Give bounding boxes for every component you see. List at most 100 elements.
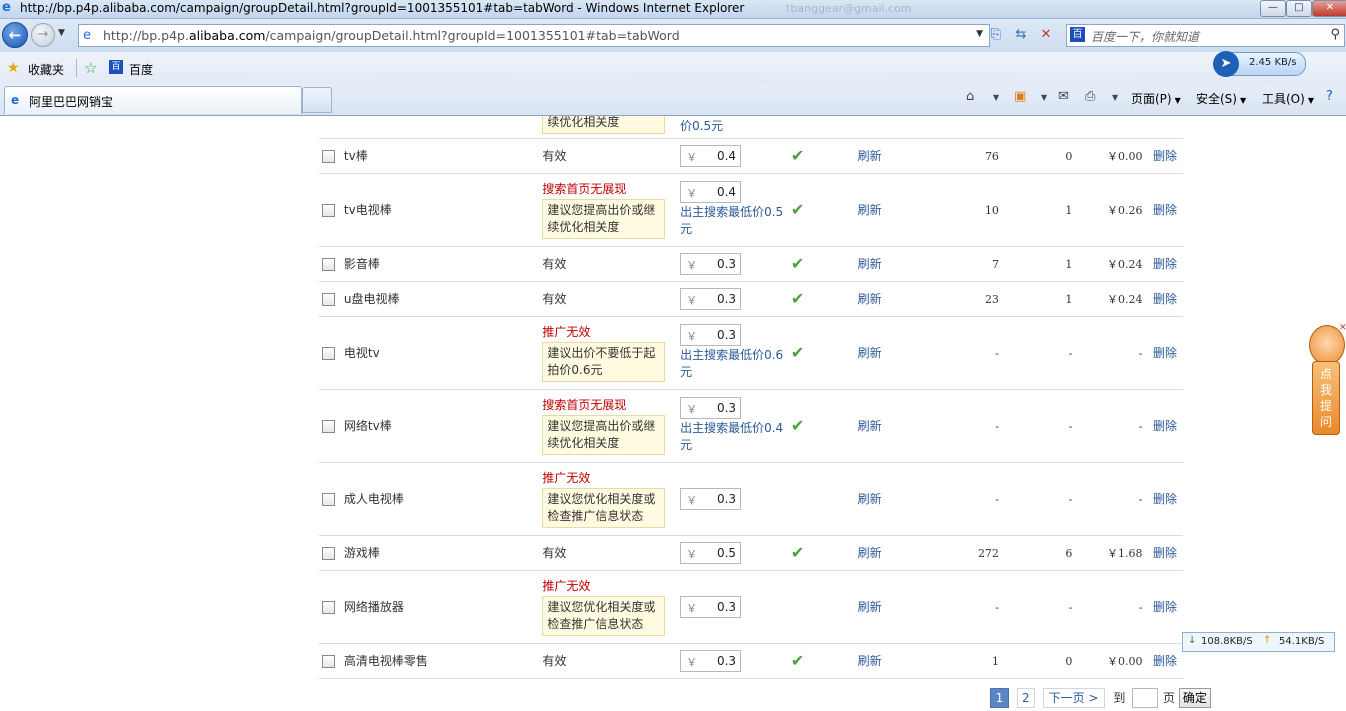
status-warning: 搜索首页无展现 <box>542 397 627 412</box>
bid-value: 0.4 <box>716 148 737 163</box>
home-dropdown-icon[interactable]: ▼ <box>993 93 999 102</box>
stop-icon[interactable]: ✕ <box>1036 25 1056 45</box>
search-box[interactable]: 百 百度一下，你就知道 ⚲ <box>1066 24 1345 47</box>
refresh-link[interactable]: 刷新 <box>858 654 882 668</box>
row-checkbox[interactable] <box>322 654 335 668</box>
delete-link[interactable]: 删除 <box>1153 419 1177 433</box>
favorite-baidu-link[interactable]: 百度 <box>129 61 153 78</box>
row-checkbox[interactable] <box>322 203 335 217</box>
favorites-button[interactable]: 收藏夹 <box>28 61 64 78</box>
refresh-icon[interactable]: ⇆ <box>1011 25 1031 45</box>
bid-input[interactable]: ￥ 0.3 <box>680 397 742 419</box>
forward-button[interactable]: → <box>31 23 55 47</box>
next-page-link[interactable]: 下一页 > <box>1042 688 1105 708</box>
goto-confirm-button[interactable]: 确定 <box>1178 688 1211 708</box>
maximize-button[interactable]: □ <box>1286 0 1312 17</box>
bid-input[interactable]: ￥ 0.3 <box>680 252 742 275</box>
status-note: 建议您提高出价或继续优化相关度 <box>542 198 666 239</box>
home-icon[interactable]: ⌂ <box>966 89 974 104</box>
url-text[interactable]: http://bp.p4p.alibaba.com/campaign/group… <box>103 28 680 43</box>
page-1-current[interactable]: 1 <box>990 688 1009 708</box>
page-2-link[interactable]: 2 <box>1016 688 1035 708</box>
help-icon[interactable]: ? <box>1326 89 1333 104</box>
address-bar[interactable]: e http://bp.p4p.alibaba.com/campaign/gro… <box>78 24 990 47</box>
delete-link[interactable]: 删除 <box>1153 546 1177 560</box>
bid-input[interactable]: ￥ 0.3 <box>680 649 742 672</box>
recent-pages-dropdown[interactable]: ▼ <box>58 28 65 38</box>
row-checkbox[interactable] <box>322 492 335 506</box>
feeds-dropdown-icon[interactable]: ▼ <box>1041 93 1047 102</box>
refresh-link[interactable]: 刷新 <box>858 292 882 306</box>
delete-link[interactable]: 删除 <box>1153 257 1177 271</box>
row-checkbox[interactable] <box>322 546 335 560</box>
delete-link[interactable]: 删除 <box>1153 346 1177 360</box>
tools-menu[interactable]: 工具(O) ▼ <box>1262 90 1314 107</box>
impressions-value: 272 <box>977 546 999 560</box>
bid-input[interactable]: ￥ 0.3 <box>680 487 742 510</box>
row-checkbox[interactable] <box>322 346 335 360</box>
compatibility-view-icon[interactable]: ⎘ <box>986 25 1006 45</box>
row-checkbox[interactable] <box>322 600 335 614</box>
bid-wrapper: ￥ 0.3 <box>680 487 791 510</box>
row-checkbox[interactable] <box>322 292 335 306</box>
cell-cost: - <box>1072 570 1143 644</box>
cost-value: - <box>1138 492 1143 506</box>
check-icon: ✔ <box>790 543 805 562</box>
page-menu[interactable]: 页面(P) ▼ <box>1131 90 1181 107</box>
bid-input[interactable]: ￥ 0.5 <box>680 541 742 564</box>
cell-cost: - <box>1072 462 1143 536</box>
cell-cost: ￥0.00 <box>1072 138 1143 174</box>
address-dropdown-icon[interactable]: ▼ <box>976 29 983 39</box>
favorites-star-icon[interactable]: ★ <box>7 60 20 76</box>
cell-keyword: 电视tv <box>337 316 543 390</box>
bid-input[interactable]: ￥ 0.4 <box>680 144 742 167</box>
minimize-button[interactable]: — <box>1260 0 1286 17</box>
add-favorite-icon[interactable]: ☆ <box>84 59 97 77</box>
new-tab-button[interactable] <box>302 87 332 113</box>
delete-link[interactable]: 删除 <box>1153 292 1177 306</box>
delete-link[interactable]: 删除 <box>1153 149 1177 163</box>
refresh-link[interactable]: 刷新 <box>858 203 882 217</box>
ask-question-widget[interactable]: ✕ 点我提问 <box>1305 323 1346 437</box>
cell-checkbox <box>319 281 338 317</box>
refresh-link[interactable]: 刷新 <box>858 546 882 560</box>
delete-link[interactable]: 删除 <box>1153 654 1177 668</box>
cell-refresh: 刷新 <box>857 570 922 644</box>
bid-input[interactable]: ￥ 0.3 <box>680 287 742 310</box>
currency-symbol: ￥ <box>686 547 698 561</box>
row-checkbox[interactable] <box>322 257 335 271</box>
print-icon[interactable]: ⎙ <box>1085 89 1095 104</box>
safety-menu[interactable]: 安全(S) ▼ <box>1196 90 1246 107</box>
check-icon: ✔ <box>790 416 805 435</box>
bid-input[interactable]: ￥ 0.3 <box>680 324 742 346</box>
print-dropdown-icon[interactable]: ▼ <box>1112 93 1118 102</box>
search-placeholder[interactable]: 百度一下，你就知道 <box>1091 28 1199 45</box>
delete-link[interactable]: 删除 <box>1153 492 1177 506</box>
widget-close-icon[interactable]: ✕ <box>1339 323 1346 333</box>
refresh-link[interactable]: 刷新 <box>858 492 882 506</box>
bid-input[interactable]: ￥ 0.3 <box>680 595 742 618</box>
mail-icon[interactable]: ✉ <box>1058 89 1069 104</box>
search-icon[interactable]: ⚲ <box>1330 27 1340 42</box>
refresh-link[interactable]: 刷新 <box>858 419 882 433</box>
goto-page-input[interactable] <box>1132 688 1159 708</box>
back-button[interactable]: ← <box>2 22 28 48</box>
bid-input[interactable]: ￥ 0.4 <box>680 181 742 203</box>
row-checkbox[interactable] <box>322 149 335 163</box>
cell-status: 推广无效 建议您优化相关度或检查推广信息状态 <box>542 570 681 644</box>
delete-link[interactable]: 删除 <box>1153 203 1177 217</box>
cell-cost: ￥0.26 <box>1072 173 1143 247</box>
refresh-link[interactable]: 刷新 <box>858 149 882 163</box>
refresh-link[interactable]: 刷新 <box>858 600 882 614</box>
bid-wrapper: ￥ 0.3 <box>680 287 791 310</box>
feeds-icon[interactable]: ▣ <box>1014 89 1026 104</box>
row-checkbox[interactable] <box>322 419 335 433</box>
refresh-link[interactable]: 刷新 <box>858 257 882 271</box>
close-window-button[interactable]: ✕ <box>1312 0 1346 17</box>
delete-link[interactable]: 删除 <box>1153 600 1177 614</box>
tab-alibaba[interactable]: e 阿里巴巴网销宝 <box>4 86 302 114</box>
cell-keyword: 影音棒 <box>337 246 543 282</box>
cell-checkbox <box>319 173 338 247</box>
ask-question-button[interactable]: 点我提问 <box>1312 361 1340 435</box>
refresh-link[interactable]: 刷新 <box>858 346 882 360</box>
